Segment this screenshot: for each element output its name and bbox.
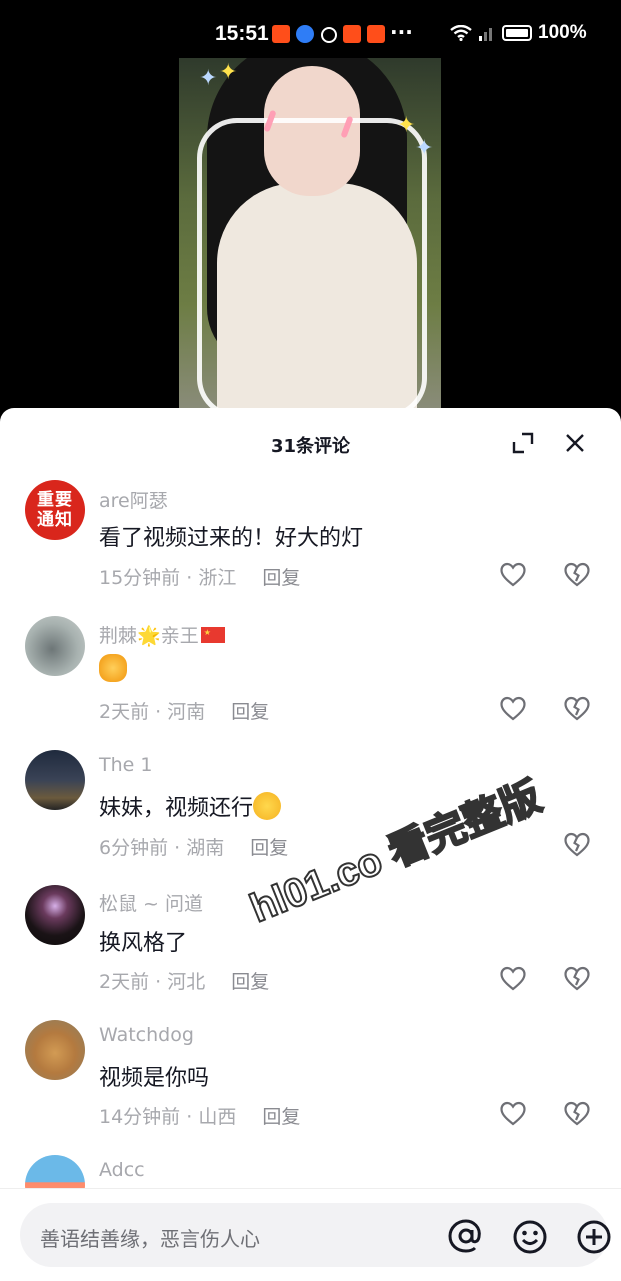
avatar[interactable]: [25, 1155, 85, 1188]
battery-percent: 100%: [538, 22, 587, 43]
comment-text: 看了视频过来的！好大的灯: [99, 526, 364, 551]
comment-location: 河南: [167, 701, 206, 723]
broken-heart-icon[interactable]: [564, 832, 590, 858]
avatar[interactable]: 重要 通知: [25, 480, 85, 540]
video-frame: ✦ ✦ ✦ ✦: [179, 58, 441, 410]
comment-username[interactable]: 松鼠 ~ 问道: [99, 889, 203, 916]
comment-username[interactable]: are阿瑟: [99, 486, 168, 513]
comment-input-bar: 善语结善缘，恶言伤人心: [0, 1188, 621, 1281]
china-flag-icon: [200, 627, 225, 643]
avatar[interactable]: [25, 885, 85, 945]
wifi-icon: [450, 25, 472, 41]
avatar[interactable]: [25, 750, 85, 810]
comment-input[interactable]: 善语结善缘，恶言伤人心: [20, 1203, 611, 1267]
hotspot-icon: [321, 27, 337, 43]
signal-icon: [479, 28, 492, 41]
reply-button[interactable]: 回复: [231, 701, 269, 723]
status-bar: 15:51 ··· 100%: [0, 0, 621, 58]
comment-location: 山西: [198, 1106, 237, 1128]
comment-meta: 14分钟前 · 山西 回复: [99, 1106, 301, 1128]
comment-username[interactable]: Watchdog: [99, 1024, 194, 1046]
comment-meta: 2天前 · 河南 回复: [99, 701, 270, 723]
reply-button[interactable]: 回复: [262, 1106, 300, 1128]
broken-heart-icon[interactable]: [564, 696, 590, 722]
comments-sheet: 31条评论 重要 通知 are阿瑟 看了视频过来的！好大的灯 15分钟前 · 浙…: [0, 408, 621, 1280]
heart-icon[interactable]: [500, 696, 526, 722]
close-icon[interactable]: [564, 432, 586, 454]
star-emoji-icon: 🌟: [137, 625, 161, 647]
comment-item[interactable]: Adcc: [0, 1155, 621, 1188]
broken-heart-icon[interactable]: [564, 1101, 590, 1127]
comment-time: 14分钟前: [99, 1106, 181, 1128]
comment-item[interactable]: 重要 通知 are阿瑟 看了视频过来的！好大的灯 15分钟前 · 浙江 回复: [0, 480, 621, 610]
app-notification-icon: [272, 25, 290, 43]
avatar[interactable]: [25, 616, 85, 676]
add-plus-icon[interactable]: [576, 1219, 612, 1255]
expand-icon[interactable]: [512, 432, 534, 454]
comment-text: 视频是你吗: [99, 1066, 210, 1091]
comment-item[interactable]: Watchdog 视频是你吗 14分钟前 · 山西 回复: [0, 1020, 621, 1150]
reply-button[interactable]: 回复: [231, 971, 269, 993]
status-time: 15:51: [215, 22, 269, 45]
heart-icon[interactable]: [500, 1101, 526, 1127]
reply-button[interactable]: 回复: [262, 567, 300, 589]
comment-text: [99, 654, 127, 683]
comment-username[interactable]: Adcc: [99, 1159, 145, 1181]
comment-location: 湖南: [186, 837, 225, 859]
avatar[interactable]: [25, 1020, 85, 1080]
comment-location: 河北: [167, 971, 206, 993]
heart-icon[interactable]: [500, 966, 526, 992]
comment-time: 15分钟前: [99, 567, 181, 589]
clapping-hands-emoji-icon: [99, 654, 127, 682]
rolling-laughing-emoji-icon: [253, 792, 282, 820]
reply-button[interactable]: 回复: [250, 837, 288, 859]
comment-time: 2天前: [99, 701, 150, 723]
mention-at-icon[interactable]: [447, 1219, 485, 1253]
comment-location: 浙江: [198, 567, 237, 589]
comment-time: 2天前: [99, 971, 150, 993]
app-notification-icon: [367, 25, 385, 43]
browser-notification-icon: [296, 25, 314, 43]
more-notifications-icon: ···: [390, 20, 413, 44]
comment-username[interactable]: The 1: [99, 754, 152, 776]
battery-icon: [502, 25, 532, 41]
broken-heart-icon[interactable]: [564, 562, 590, 588]
emoji-icon[interactable]: [512, 1219, 548, 1255]
comment-text: 换风格了: [99, 931, 188, 956]
comment-meta: 2天前 · 河北 回复: [99, 971, 270, 993]
comment-text: 妹妹，视频还行: [99, 790, 282, 822]
comment-item[interactable]: 荆棘🌟亲王 2天前 · 河南 回复: [0, 616, 621, 746]
app-notification-icon: [343, 25, 361, 43]
video-player[interactable]: ✦ ✦ ✦ ✦: [0, 58, 621, 410]
comment-meta: 15分钟前 · 浙江 回复: [99, 567, 301, 589]
comment-meta: 6分钟前 · 湖南 回复: [99, 837, 289, 859]
broken-heart-icon[interactable]: [564, 966, 590, 992]
comment-username[interactable]: 荆棘🌟亲王: [99, 621, 225, 648]
comment-input-placeholder: 善语结善缘，恶言伤人心: [40, 1227, 260, 1251]
comment-time: 6分钟前: [99, 837, 169, 859]
heart-icon[interactable]: [500, 562, 526, 588]
